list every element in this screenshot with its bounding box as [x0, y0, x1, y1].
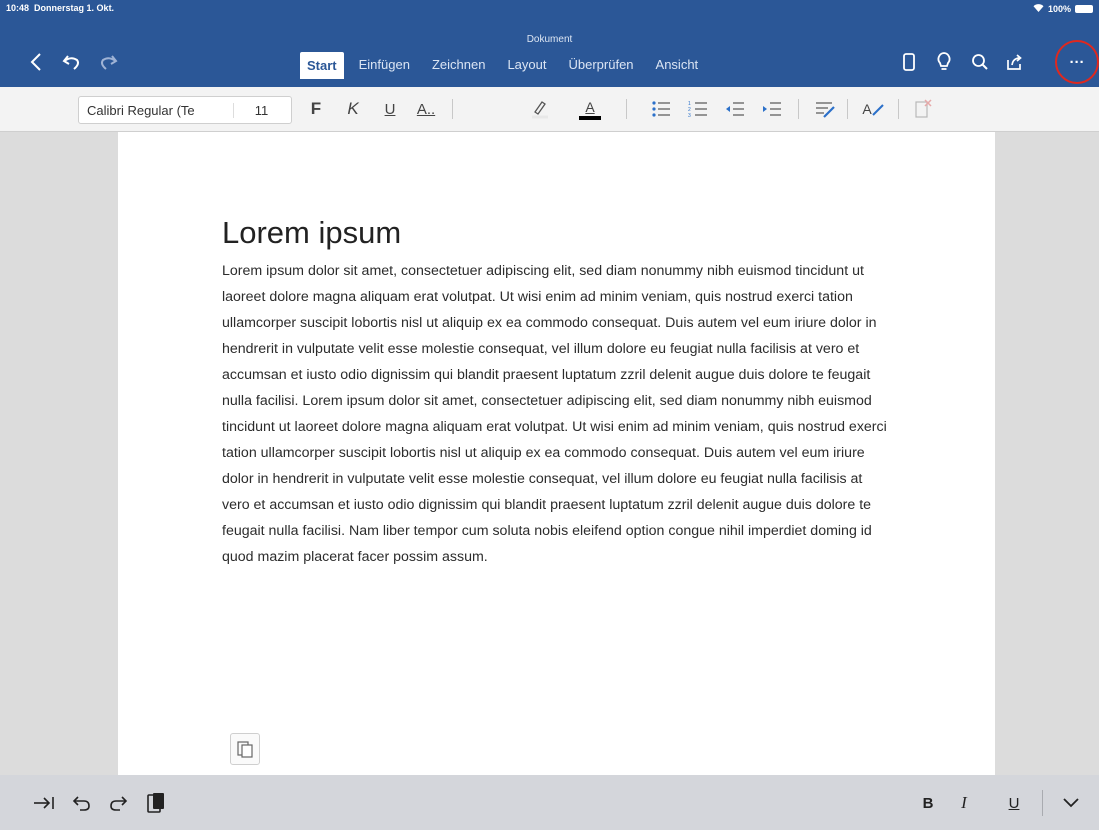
clear-formatting-icon[interactable]: [910, 96, 936, 122]
redo-icon[interactable]: [94, 48, 122, 76]
divider: [626, 99, 627, 119]
tab-layout[interactable]: Layout: [500, 52, 553, 79]
increase-indent-icon[interactable]: [759, 96, 785, 122]
battery-percent: 100%: [1047, 3, 1071, 14]
bold-button[interactable]: F: [303, 96, 329, 122]
bullet-list-icon[interactable]: [648, 96, 674, 122]
mobile-view-icon[interactable]: [895, 48, 923, 76]
more-button-highlight: [1055, 40, 1099, 84]
keyboard-shortcut-bar: B I U: [0, 775, 1099, 830]
decrease-indent-icon[interactable]: [722, 96, 748, 122]
divider: [1042, 790, 1043, 816]
tab-ansicht[interactable]: Ansicht: [649, 52, 706, 79]
status-time: 10:48 Donnerstag 1. Okt.: [6, 3, 115, 13]
styles-pen-icon: [871, 104, 884, 116]
tab-start[interactable]: Start: [300, 52, 344, 79]
battery-icon: [1075, 4, 1093, 13]
bold-button[interactable]: B: [914, 789, 942, 817]
divider: [898, 99, 899, 119]
paste-options-icon[interactable]: [230, 733, 260, 765]
divider: [847, 99, 848, 119]
tab-ueberpruefen[interactable]: Überprüfen: [561, 52, 640, 79]
styles-label: A: [862, 101, 872, 117]
font-style-button[interactable]: A..: [413, 96, 439, 122]
back-icon[interactable]: [22, 48, 50, 76]
wifi-icon: [1033, 3, 1044, 14]
title-bar: 10:48 Donnerstag 1. Okt. 100% Dokument S…: [0, 0, 1099, 87]
paste-icon[interactable]: [142, 789, 170, 817]
tab-icon[interactable]: [30, 789, 58, 817]
document-body: Lorem ipsum dolor sit amet, consectetuer…: [222, 263, 887, 565]
redo-icon[interactable]: [104, 789, 132, 817]
tab-zeichnen[interactable]: Zeichnen: [425, 52, 492, 79]
divider: [798, 99, 799, 119]
document-title: Dokument: [526, 34, 573, 45]
italic-button[interactable]: I: [950, 789, 978, 817]
paragraph-format-icon[interactable]: [812, 96, 838, 122]
numbered-list-icon[interactable]: 123: [685, 96, 711, 122]
svg-text:3: 3: [688, 113, 691, 118]
font-selector[interactable]: Calibri Regular (Te 11: [78, 96, 292, 124]
font-name-field[interactable]: Calibri Regular (Te: [79, 102, 234, 118]
document-page[interactable]: Lorem ipsum Lorem ipsum dolor sit amet, …: [118, 132, 995, 775]
underline-button[interactable]: U: [1000, 789, 1028, 817]
status-indicators: 100%: [1033, 3, 1093, 14]
ribbon-toolbar: Calibri Regular (Te 11 F K U A.. A 123 A: [0, 87, 1099, 132]
font-color-button[interactable]: A: [577, 96, 603, 122]
font-color-label: A: [585, 98, 595, 115]
undo-icon[interactable]: [58, 48, 86, 76]
italic-button[interactable]: K: [340, 96, 366, 122]
underline-button[interactable]: U: [377, 96, 403, 122]
undo-icon[interactable]: [68, 789, 96, 817]
lightbulb-icon[interactable]: [930, 48, 958, 76]
ribbon-tabs: Start Einfügen Zeichnen Layout Überprüfe…: [300, 52, 713, 79]
highlight-color-icon[interactable]: [527, 96, 553, 122]
document-heading: Lorem ipsum: [222, 215, 402, 250]
search-icon[interactable]: [966, 48, 994, 76]
font-size-field[interactable]: 11: [234, 103, 289, 118]
divider: [452, 99, 453, 119]
font-color-swatch: [579, 115, 601, 120]
share-icon[interactable]: [1000, 48, 1028, 76]
styles-button[interactable]: A: [860, 96, 886, 122]
hide-keyboard-chevron-icon[interactable]: [1057, 789, 1085, 817]
tab-einfuegen[interactable]: Einfügen: [352, 52, 417, 79]
